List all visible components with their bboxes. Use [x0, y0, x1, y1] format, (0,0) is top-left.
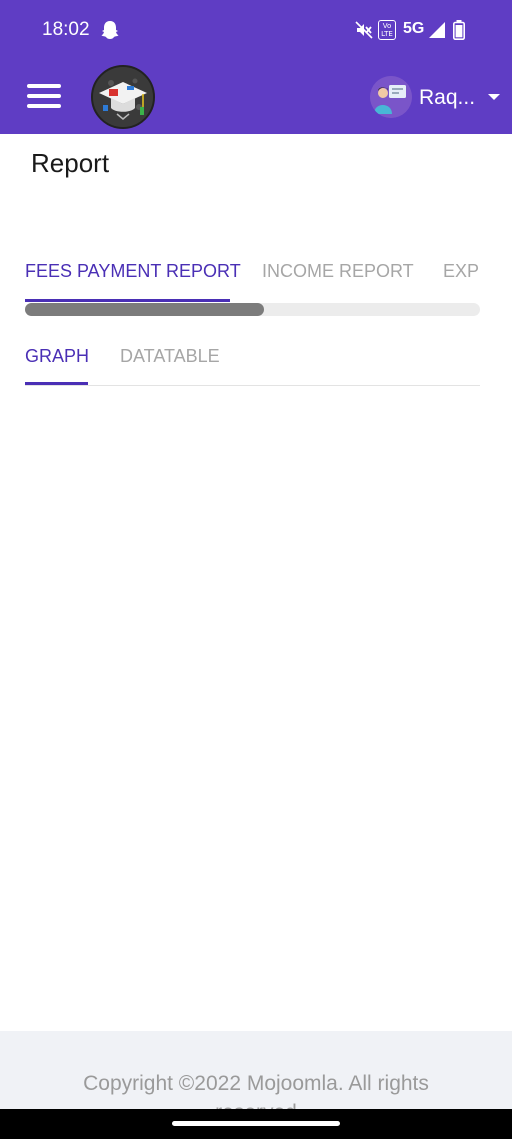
- system-nav-bar: [0, 1109, 512, 1139]
- graduation-cap-icon: [93, 67, 153, 127]
- active-tab-indicator: [25, 299, 230, 302]
- network-type: 5G: [403, 20, 425, 37]
- tab-expense-report[interactable]: EXPE: [443, 261, 480, 282]
- tab-fees-payment-report[interactable]: FEES PAYMENT REPORT: [25, 261, 241, 282]
- menu-icon-line: [27, 94, 61, 98]
- battery-icon: [453, 20, 465, 40]
- tabs-scrollbar-thumb[interactable]: [25, 303, 264, 316]
- user-menu[interactable]: Raq...: [370, 76, 502, 120]
- tab-income-report[interactable]: INCOME REPORT: [262, 261, 414, 282]
- signal-icon: [429, 22, 445, 38]
- app-header: Raq...: [0, 62, 512, 134]
- view-tab-indicator: [25, 382, 88, 385]
- volte-badge: Vo LTE: [378, 20, 396, 40]
- mute-icon: [355, 21, 373, 39]
- avatar: [370, 76, 412, 118]
- menu-icon-line: [27, 104, 61, 108]
- copyright-text: Copyright ©2022 Mojoomla. All rights res…: [83, 1072, 429, 1109]
- home-gesture-pill[interactable]: [172, 1121, 340, 1126]
- status-bar: 18:02 Vo LTE 5G: [0, 0, 512, 62]
- page-title: Report: [31, 148, 110, 178]
- footer: Copyright ©2022 Mojoomla. All rights res…: [0, 1031, 512, 1109]
- user-avatar-icon: [370, 76, 412, 118]
- ghost-icon: [101, 21, 119, 39]
- report-tabs: FEES PAYMENT REPORT INCOME REPORT EXPE: [25, 257, 480, 317]
- user-name: Raq...: [419, 86, 476, 109]
- graph-content-area: [25, 390, 480, 1020]
- status-time: 18:02: [42, 19, 90, 40]
- menu-icon: [27, 84, 61, 88]
- menu-button[interactable]: [27, 84, 61, 110]
- app-logo: [91, 65, 155, 129]
- caret-down-icon: [488, 94, 500, 100]
- tab-datatable[interactable]: DATATABLE: [120, 346, 220, 367]
- view-tabs: GRAPH DATATABLE: [25, 342, 480, 386]
- tab-graph[interactable]: GRAPH: [25, 346, 89, 367]
